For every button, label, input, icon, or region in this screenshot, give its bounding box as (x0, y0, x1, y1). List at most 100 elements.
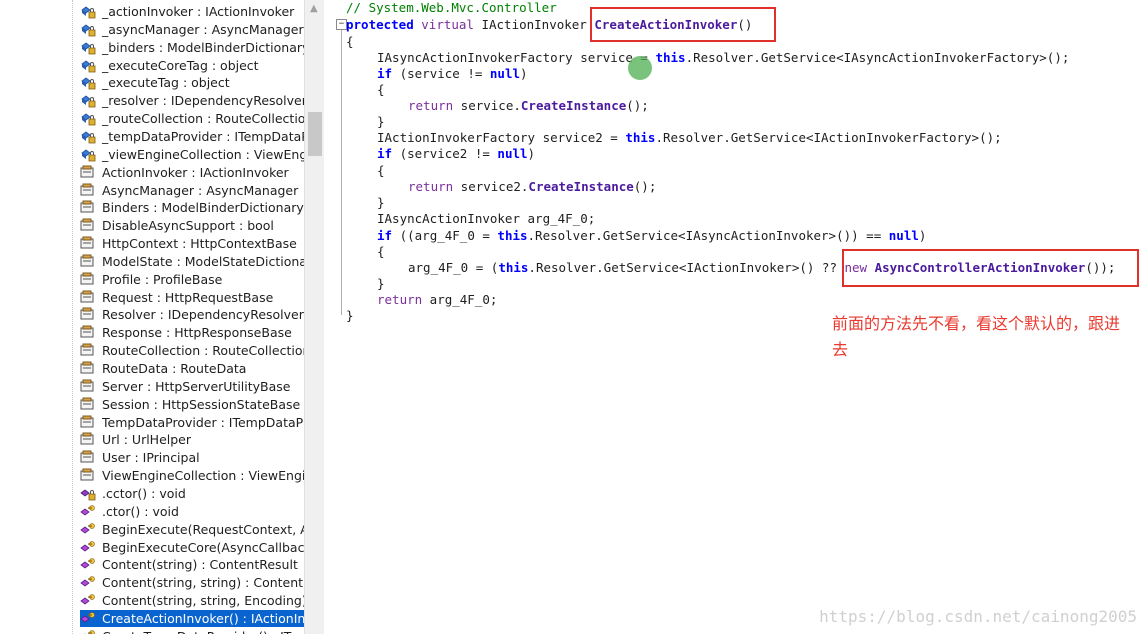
code-token: ) (520, 66, 528, 81)
tree-item-label: ActionInvoker : IActionInvoker (102, 164, 289, 180)
tree-item-label: BeginExecuteCore(AsyncCallback, object) (102, 539, 304, 555)
tree-item[interactable]: _viewEngineCollection : ViewEngineCollec… (80, 146, 304, 163)
tree-item-label: BeginExecute(RequestContext, AsyncCallba… (102, 521, 304, 537)
code-token: service2. (453, 179, 529, 194)
protected-method-icon (80, 557, 96, 572)
property-icon (80, 379, 96, 394)
property-icon (80, 218, 96, 233)
tree-item[interactable]: _binders : ModelBinderDictionary (80, 39, 304, 56)
tree-item[interactable]: CreateActionInvoker() : IActionInvoker (80, 609, 304, 627)
private-field-icon (80, 93, 96, 108)
tree-item-label: ModelState : ModelStateDictionary (102, 253, 304, 269)
tree-item-label: .ctor() : void (102, 503, 179, 519)
tree-item-label: _executeCoreTag : object (102, 57, 259, 73)
tree-item[interactable]: AsyncManager : AsyncManager (80, 182, 304, 199)
code-token: .Resolver.GetService<IActionInvoker>() ?… (528, 260, 845, 275)
highlight-box-method-name (590, 7, 776, 42)
tree-item[interactable]: _resolver : IDependencyResolver (80, 92, 304, 109)
tree-item[interactable]: ViewEngineCollection : ViewEngineCollect… (80, 467, 304, 484)
property-icon (80, 325, 96, 340)
private-field-icon (80, 40, 96, 55)
mouse-cursor-indicator (628, 56, 652, 80)
tree-item[interactable]: BeginExecuteCore(AsyncCallback, object) (80, 539, 304, 556)
tree-item[interactable]: BeginExecute(RequestContext, AsyncCallba… (80, 521, 304, 538)
code-token: return (377, 292, 423, 307)
protected-method-icon (80, 522, 96, 537)
tree-item[interactable]: RouteCollection : RouteCollection (80, 342, 304, 359)
code-token: (); (626, 98, 649, 113)
code-token: IAsyncActionInvoker arg_4F_0; (377, 211, 596, 226)
tree-item[interactable]: .cctor() : void (80, 485, 304, 502)
tree-item[interactable]: _actionInvoker : IActionInvoker (80, 3, 304, 20)
code-token: arg_4F_0; (422, 292, 498, 307)
tree-item[interactable]: DisableAsyncSupport : bool (80, 217, 304, 234)
tree-item-label: Session : HttpSessionStateBase (102, 396, 301, 412)
code-token: } (377, 114, 385, 129)
tree-item[interactable]: Content(string, string) : ContentResult (80, 574, 304, 591)
tree-item-label: _viewEngineCollection : ViewEngineCollec… (102, 146, 304, 162)
code-token: ) (527, 146, 536, 161)
property-icon (80, 183, 96, 198)
tree-item[interactable]: Profile : ProfileBase (80, 271, 304, 288)
tree-item-label: _binders : ModelBinderDictionary (102, 39, 304, 55)
scroll-up-arrow-icon[interactable]: ▲ (310, 3, 318, 14)
code-token: null (489, 66, 521, 81)
tree-item[interactable]: User : IPrincipal (80, 449, 304, 466)
code-token: if (377, 146, 393, 161)
tree-item[interactable]: Binders : ModelBinderDictionary (80, 199, 304, 216)
code-token: .Resolver.GetService<IAsyncActionInvoker… (527, 228, 889, 243)
tree-item[interactable]: ActionInvoker : IActionInvoker (80, 164, 304, 181)
tree-item[interactable]: HttpContext : HttpContextBase (80, 235, 304, 252)
tree-item[interactable]: Response : HttpResponseBase (80, 324, 304, 341)
tree-item[interactable]: _executeTag : object (80, 74, 304, 91)
scroll-thumb[interactable] (308, 112, 322, 156)
tree-item[interactable]: Server : HttpServerUtilityBase (80, 378, 304, 395)
tree-item[interactable]: _tempDataProvider : ITempDataProvider (80, 128, 304, 145)
tree-item[interactable]: _routeCollection : RouteCollection (80, 110, 304, 127)
tree-item-label: Profile : ProfileBase (102, 271, 223, 287)
code-line: if (service != null) (377, 66, 528, 82)
code-token: } (346, 308, 354, 323)
tree-scrollbar[interactable]: ▲ (304, 0, 324, 634)
property-icon (80, 200, 96, 215)
tree-item[interactable]: RouteData : RouteData (80, 360, 304, 377)
tree-item[interactable]: Request : HttpRequestBase (80, 289, 304, 306)
tree-item[interactable]: Url : UrlHelper (80, 431, 304, 448)
tree-item[interactable]: Content(string) : ContentResult (80, 556, 304, 573)
tree-item-label: HttpContext : HttpContextBase (102, 236, 297, 252)
property-icon (80, 290, 96, 305)
annotation-note: 前面的方法先不看，看这个默认的，跟进去 (832, 314, 1121, 359)
tree-item[interactable]: Session : HttpSessionStateBase (80, 396, 304, 413)
code-token: } (377, 276, 385, 291)
code-token: CreateInstance (520, 98, 627, 113)
code-token: if (377, 228, 393, 243)
tree-item-label: ViewEngineCollection : ViewEngineCollect… (102, 468, 304, 484)
code-token: IAsyncActionInvokerFactory service = (377, 50, 656, 65)
tree-item[interactable]: .ctor() : void (80, 503, 304, 520)
tree-item[interactable]: _executeCoreTag : object (80, 57, 304, 74)
tree-item-label: _asyncManager : AsyncManager (102, 21, 304, 37)
code-token: null (497, 146, 528, 161)
tree-item-label: CreateTempDataProvider() : ITempDataProv… (102, 628, 304, 634)
tree-item[interactable]: TempDataProvider : ITempDataProvider (80, 414, 304, 431)
private-field-icon (80, 4, 96, 19)
protected-method-icon (80, 540, 96, 555)
property-icon (80, 272, 96, 287)
tree-item-label: TempDataProvider : ITempDataProvider (102, 414, 304, 430)
tree-item[interactable]: Content(string, string, Encoding) : Cont… (80, 592, 304, 609)
tree-item-label: Request : HttpRequestBase (102, 289, 274, 305)
code-line: IAsyncActionInvokerFactory service = thi… (377, 50, 1069, 66)
code-token: if (377, 66, 393, 81)
tree-item[interactable]: _asyncManager : AsyncManager (80, 21, 304, 38)
code-token: CreateInstance (528, 179, 634, 194)
property-icon (80, 307, 96, 322)
tree-item-label: Response : HttpResponseBase (102, 325, 292, 341)
tree-item[interactable]: CreateTempDataProvider() : ITempDataProv… (80, 628, 304, 634)
protected-method-icon (80, 593, 96, 608)
tree-item-label: Content(string, string, Encoding) : Cont… (102, 593, 304, 609)
tree-item[interactable]: ModelState : ModelStateDictionary (80, 253, 304, 270)
code-token: service. (453, 98, 521, 113)
private-field-icon (80, 22, 96, 37)
member-tree[interactable]: _actionInvoker : IActionInvoker _asyncMan… (0, 0, 304, 634)
tree-item[interactable]: Resolver : IDependencyResolver (80, 306, 304, 323)
